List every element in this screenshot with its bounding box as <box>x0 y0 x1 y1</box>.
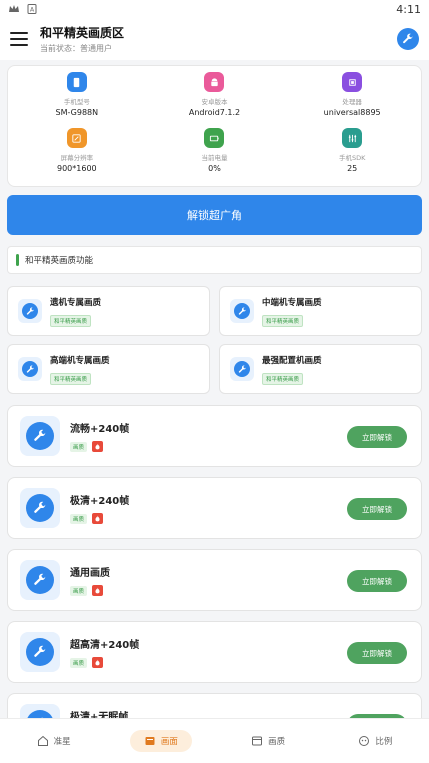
quality-icon <box>252 736 263 746</box>
fire-icon <box>92 513 104 524</box>
quality-card: 极清+240帧 画质 立即解锁 <box>7 477 422 539</box>
crown-icon <box>9 5 19 12</box>
battery-icon <box>204 128 225 148</box>
nav-item-ratio[interactable]: 比例 <box>322 719 429 763</box>
device-info-value: SM-G988N <box>55 108 99 117</box>
quality-card: 通用画质画质 立即解锁 <box>7 549 422 611</box>
device-info-label: 屏幕分辨率 <box>60 154 94 162</box>
mini-card-title: 最强配置机画质 <box>262 355 322 366</box>
picture-icon <box>145 737 155 745</box>
device-info-card: 手机型号 SM-G988N 安卓版本 Android7.1.2 处理器 universal… <box>7 65 422 187</box>
wrench-icon <box>230 357 254 381</box>
nav-item-quality[interactable]: 画质 <box>215 719 322 763</box>
mini-card-low-end[interactable]: 遗机专属画质 和平精英画质 <box>7 286 210 336</box>
unlock-now-button[interactable]: 立即解锁 <box>347 642 407 664</box>
wrench-icon <box>20 632 60 672</box>
unlock-now-button[interactable]: 立即解锁 <box>347 570 407 592</box>
svg-text:A: A <box>30 7 35 14</box>
cpu-icon <box>342 72 363 92</box>
mini-card-title: 高端机专属画质 <box>50 355 110 366</box>
mini-card-tag: 和平精英画质 <box>50 372 92 385</box>
fire-icon <box>92 441 104 452</box>
section-accent-bar <box>16 254 19 266</box>
quality-card-title: 通用画质 <box>70 568 110 579</box>
quality-card-tag: 画质 <box>70 585 88 596</box>
nav-label: 画面 <box>160 737 178 747</box>
android-icon <box>204 72 225 92</box>
unlock-now-button[interactable]: 立即解锁 <box>347 426 407 448</box>
nav-label: 准星 <box>53 737 71 747</box>
mini-card-tag: 和平精英画质 <box>50 314 92 327</box>
quality-card-title: 极清+240帧 <box>70 496 130 507</box>
mini-card-tag: 和平精英画质 <box>262 372 304 385</box>
device-info-value: Android7.1.2 <box>188 108 241 117</box>
fire-icon <box>92 585 104 596</box>
bottom-nav: 准星 画面 画质 比例 <box>0 718 429 763</box>
mini-card-title: 中端机专属画质 <box>262 297 322 308</box>
device-info-value: 900*1600 <box>57 164 97 173</box>
phone-icon <box>66 72 87 92</box>
section-title: 和平精英画质功能 <box>25 256 94 266</box>
screen-icon <box>66 128 87 148</box>
quality-card-title: 超高清+240帧 <box>70 640 140 651</box>
wrench-icon <box>230 299 254 323</box>
quality-card-tag: 画质 <box>70 441 88 452</box>
mini-card-flagship[interactable]: 最强配置机画质 和平精英画质 <box>219 344 422 394</box>
unlock-wide-angle-button[interactable]: 解锁超广角 <box>7 195 422 235</box>
status-time: 4:11 <box>396 2 421 16</box>
ratio-icon <box>359 736 370 746</box>
nav-item-crosshair[interactable]: 准星 <box>0 719 107 763</box>
mini-card-title: 遗机专属画质 <box>50 297 102 308</box>
menu-icon[interactable] <box>10 32 28 46</box>
quality-card-tag: 画质 <box>70 513 88 524</box>
device-info-item: 手机型号 SM-G988N <box>8 72 146 128</box>
device-info-value: 25 <box>347 164 358 173</box>
device-info-label: 安卓版本 <box>201 98 228 106</box>
device-info-item: 处理器 universal8895 <box>283 72 421 128</box>
fire-icon <box>92 657 104 668</box>
device-info-value: universal8895 <box>323 108 381 117</box>
section-header: 和平精英画质功能 <box>7 246 422 274</box>
user-status: 当前状态：普通用户 <box>40 44 112 53</box>
device-info-item: 手机SDK 25 <box>283 128 421 184</box>
wrench-icon <box>20 488 60 528</box>
nav-item-picture[interactable]: 画面 <box>107 719 214 763</box>
page-title: 和平精英画质区 <box>40 26 125 40</box>
nav-label: 比例 <box>375 737 393 747</box>
device-info-item: 屏幕分辨率 900*1600 <box>8 128 146 184</box>
wrench-icon <box>18 299 42 323</box>
device-info-label: 手机SDK <box>338 154 366 162</box>
home-icon <box>37 735 48 746</box>
device-info-item: 安卓版本 Android7.1.2 <box>146 72 284 128</box>
device-info-label: 手机型号 <box>63 98 90 106</box>
nav-label: 画质 <box>268 737 286 747</box>
notification-icon: A <box>27 4 37 14</box>
unlock-now-button[interactable]: 立即解锁 <box>347 498 407 520</box>
quality-card-title: 流畅+240帧 <box>70 424 130 435</box>
wrench-icon <box>18 357 42 381</box>
wrench-icon[interactable] <box>397 28 419 50</box>
device-info-label: 当前电量 <box>201 154 228 162</box>
app-title-block: 和平精英画质区 当前状态：普通用户 <box>40 24 124 54</box>
status-bar: A 4:11 <box>0 0 429 18</box>
device-info-label: 处理器 <box>342 98 362 106</box>
mini-card-tag: 和平精英画质 <box>262 314 304 327</box>
mini-card-high-end[interactable]: 高端机专属画质 和平精英画质 <box>7 344 210 394</box>
quality-card: 超高清+240帧 画质 立即解锁 <box>7 621 422 683</box>
quality-card: 流畅+240帧 画质 立即解锁 <box>7 405 422 467</box>
device-info-value: 0% <box>208 164 221 173</box>
quality-card-tag: 画质 <box>70 657 88 668</box>
app-bar: 和平精英画质区 当前状态：普通用户 <box>0 18 429 60</box>
wrench-icon <box>20 560 60 600</box>
mini-card-mid-range[interactable]: 中端机专属画质 和平精英画质 <box>219 286 422 336</box>
sdk-icon <box>342 128 363 148</box>
device-info-item: 当前电量 0% <box>146 128 284 184</box>
wrench-icon <box>20 416 60 456</box>
